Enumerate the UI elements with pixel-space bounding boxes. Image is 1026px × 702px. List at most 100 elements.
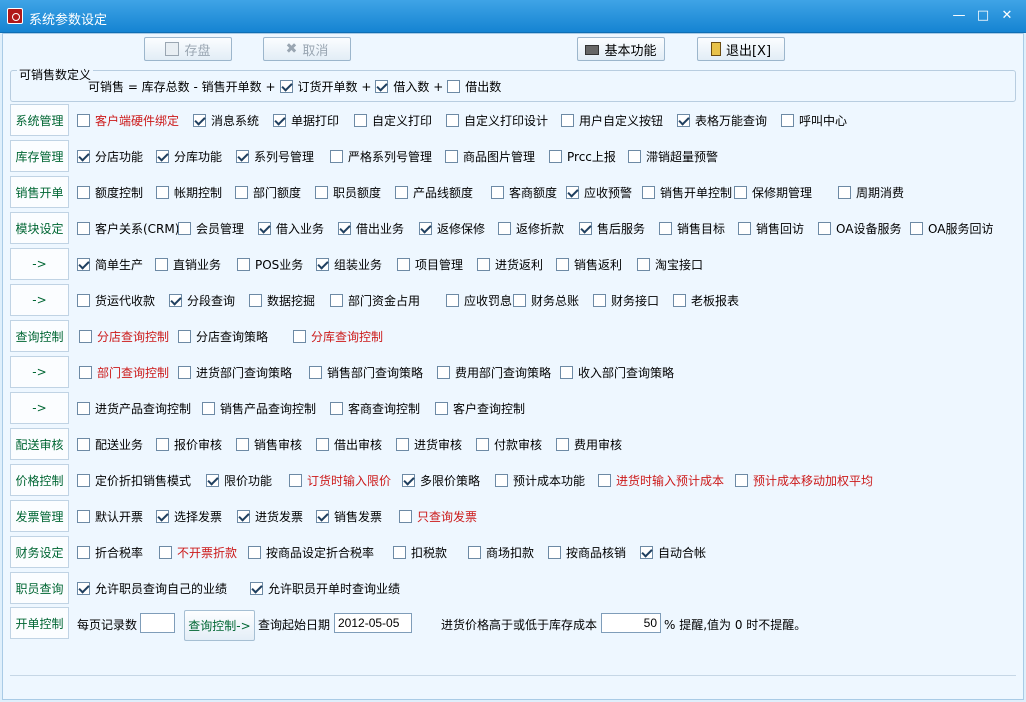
option-checkbox[interactable] <box>169 294 182 307</box>
option[interactable]: 淘宝接口 <box>637 256 703 273</box>
option[interactable]: 只查询发票 <box>399 508 477 525</box>
option-checkbox[interactable] <box>77 150 90 163</box>
option[interactable]: 货运代收款 <box>77 292 155 309</box>
option-checkbox[interactable] <box>566 186 579 199</box>
formula-checkbox[interactable] <box>279 80 293 93</box>
option-checkbox[interactable] <box>249 294 262 307</box>
option[interactable]: 付款审核 <box>476 436 542 453</box>
option[interactable]: 借出业务 <box>338 220 404 237</box>
option[interactable]: 商场扣款 <box>468 544 534 561</box>
option[interactable]: 多限价策略 <box>402 472 480 489</box>
row-label[interactable]: 职员查询 <box>10 572 69 604</box>
option[interactable]: 按商品核销 <box>548 544 626 561</box>
option[interactable]: 分店功能 <box>77 148 143 165</box>
formula-checkbox[interactable] <box>447 80 461 93</box>
option-checkbox[interactable] <box>237 258 250 271</box>
query-control-button[interactable]: 查询控制-> <box>184 610 255 641</box>
option-checkbox[interactable] <box>79 330 92 343</box>
option[interactable]: 数据挖掘 <box>249 292 315 309</box>
option-checkbox[interactable] <box>513 294 526 307</box>
option-checkbox[interactable] <box>77 582 90 595</box>
row-label[interactable]: 发票管理 <box>10 500 69 532</box>
option[interactable]: 会员管理 <box>178 220 244 237</box>
option-checkbox[interactable] <box>156 186 169 199</box>
option[interactable]: 费用审核 <box>556 436 622 453</box>
option[interactable]: 配送业务 <box>77 436 143 453</box>
option[interactable]: 允许职员开单时查询业绩 <box>250 580 400 597</box>
row-label[interactable]: 配送审核 <box>10 428 69 460</box>
option-checkbox[interactable] <box>237 510 250 523</box>
option-checkbox[interactable] <box>77 294 90 307</box>
option-checkbox[interactable] <box>193 114 206 127</box>
maximize-button[interactable]: □ <box>974 7 992 25</box>
option-checkbox[interactable] <box>393 546 406 559</box>
option[interactable]: 限价功能 <box>206 472 272 489</box>
option[interactable]: OA服务回访 <box>910 220 993 237</box>
option[interactable]: 自动合帐 <box>640 544 706 561</box>
option[interactable]: 扣税款 <box>393 544 447 561</box>
option-checkbox[interactable] <box>202 402 215 415</box>
exit-button[interactable]: 退出[X] <box>697 37 785 61</box>
formula-option[interactable]: 订货开单数 + <box>279 78 371 95</box>
option-checkbox[interactable] <box>330 402 343 415</box>
option-checkbox[interactable] <box>498 222 511 235</box>
option[interactable]: 表格万能查询 <box>677 112 767 129</box>
basic-functions-button[interactable]: 基本功能 <box>577 37 665 61</box>
option[interactable]: 客户关系(CRM) <box>77 220 179 237</box>
option-checkbox[interactable] <box>437 366 450 379</box>
option-checkbox[interactable] <box>258 222 271 235</box>
option[interactable]: 销售开单控制 <box>642 184 732 201</box>
option-checkbox[interactable] <box>598 474 611 487</box>
option-checkbox[interactable] <box>556 258 569 271</box>
option-checkbox[interactable] <box>673 294 686 307</box>
option[interactable]: 销售部门查询策略 <box>309 364 423 381</box>
option-checkbox[interactable] <box>910 222 923 235</box>
row-label[interactable]: 财务设定 <box>10 536 69 568</box>
option[interactable]: 销售产品查询控制 <box>202 400 316 417</box>
option-checkbox[interactable] <box>734 186 747 199</box>
option[interactable]: 直销业务 <box>155 256 221 273</box>
option[interactable]: 应收预警 <box>566 184 632 201</box>
option[interactable]: 帐期控制 <box>156 184 222 201</box>
option-checkbox[interactable] <box>468 546 481 559</box>
option-checkbox[interactable] <box>77 510 90 523</box>
option-checkbox[interactable] <box>155 258 168 271</box>
option[interactable]: 周期消费 <box>838 184 904 201</box>
option-checkbox[interactable] <box>435 402 448 415</box>
option-checkbox[interactable] <box>637 258 650 271</box>
option[interactable]: 返修保修 <box>419 220 485 237</box>
minimize-button[interactable]: — <box>950 7 968 25</box>
option-checkbox[interactable] <box>77 474 90 487</box>
option[interactable]: 项目管理 <box>397 256 463 273</box>
option[interactable]: 职员额度 <box>315 184 381 201</box>
option[interactable]: 客商查询控制 <box>330 400 420 417</box>
row-label[interactable]: 模块设定 <box>10 212 69 244</box>
option-checkbox[interactable] <box>77 438 90 451</box>
option-checkbox[interactable] <box>316 258 329 271</box>
option[interactable]: 商品图片管理 <box>445 148 535 165</box>
option-checkbox[interactable] <box>178 222 191 235</box>
option-checkbox[interactable] <box>549 150 562 163</box>
option-checkbox[interactable] <box>677 114 690 127</box>
option-checkbox[interactable] <box>315 186 328 199</box>
option-checkbox[interactable] <box>579 222 592 235</box>
option[interactable]: 借出审核 <box>316 436 382 453</box>
option-checkbox[interactable] <box>235 186 248 199</box>
option-checkbox[interactable] <box>77 222 90 235</box>
option-checkbox[interactable] <box>77 546 90 559</box>
option-checkbox[interactable] <box>316 510 329 523</box>
option[interactable]: 滞销超量预警 <box>628 148 718 165</box>
option-checkbox[interactable] <box>316 438 329 451</box>
option-checkbox[interactable] <box>396 438 409 451</box>
option[interactable]: 分段查询 <box>169 292 235 309</box>
option-checkbox[interactable] <box>818 222 831 235</box>
option[interactable]: 不开票折款 <box>159 544 237 561</box>
start-date-input[interactable] <box>334 613 412 633</box>
row-label[interactable]: -> <box>10 248 69 280</box>
option[interactable]: 销售审核 <box>236 436 302 453</box>
row-label[interactable]: -> <box>10 356 69 388</box>
option-checkbox[interactable] <box>395 186 408 199</box>
option-checkbox[interactable] <box>159 546 172 559</box>
cancel-button[interactable]: ✖ 取消 <box>263 37 351 61</box>
option[interactable]: 进货发票 <box>237 508 303 525</box>
